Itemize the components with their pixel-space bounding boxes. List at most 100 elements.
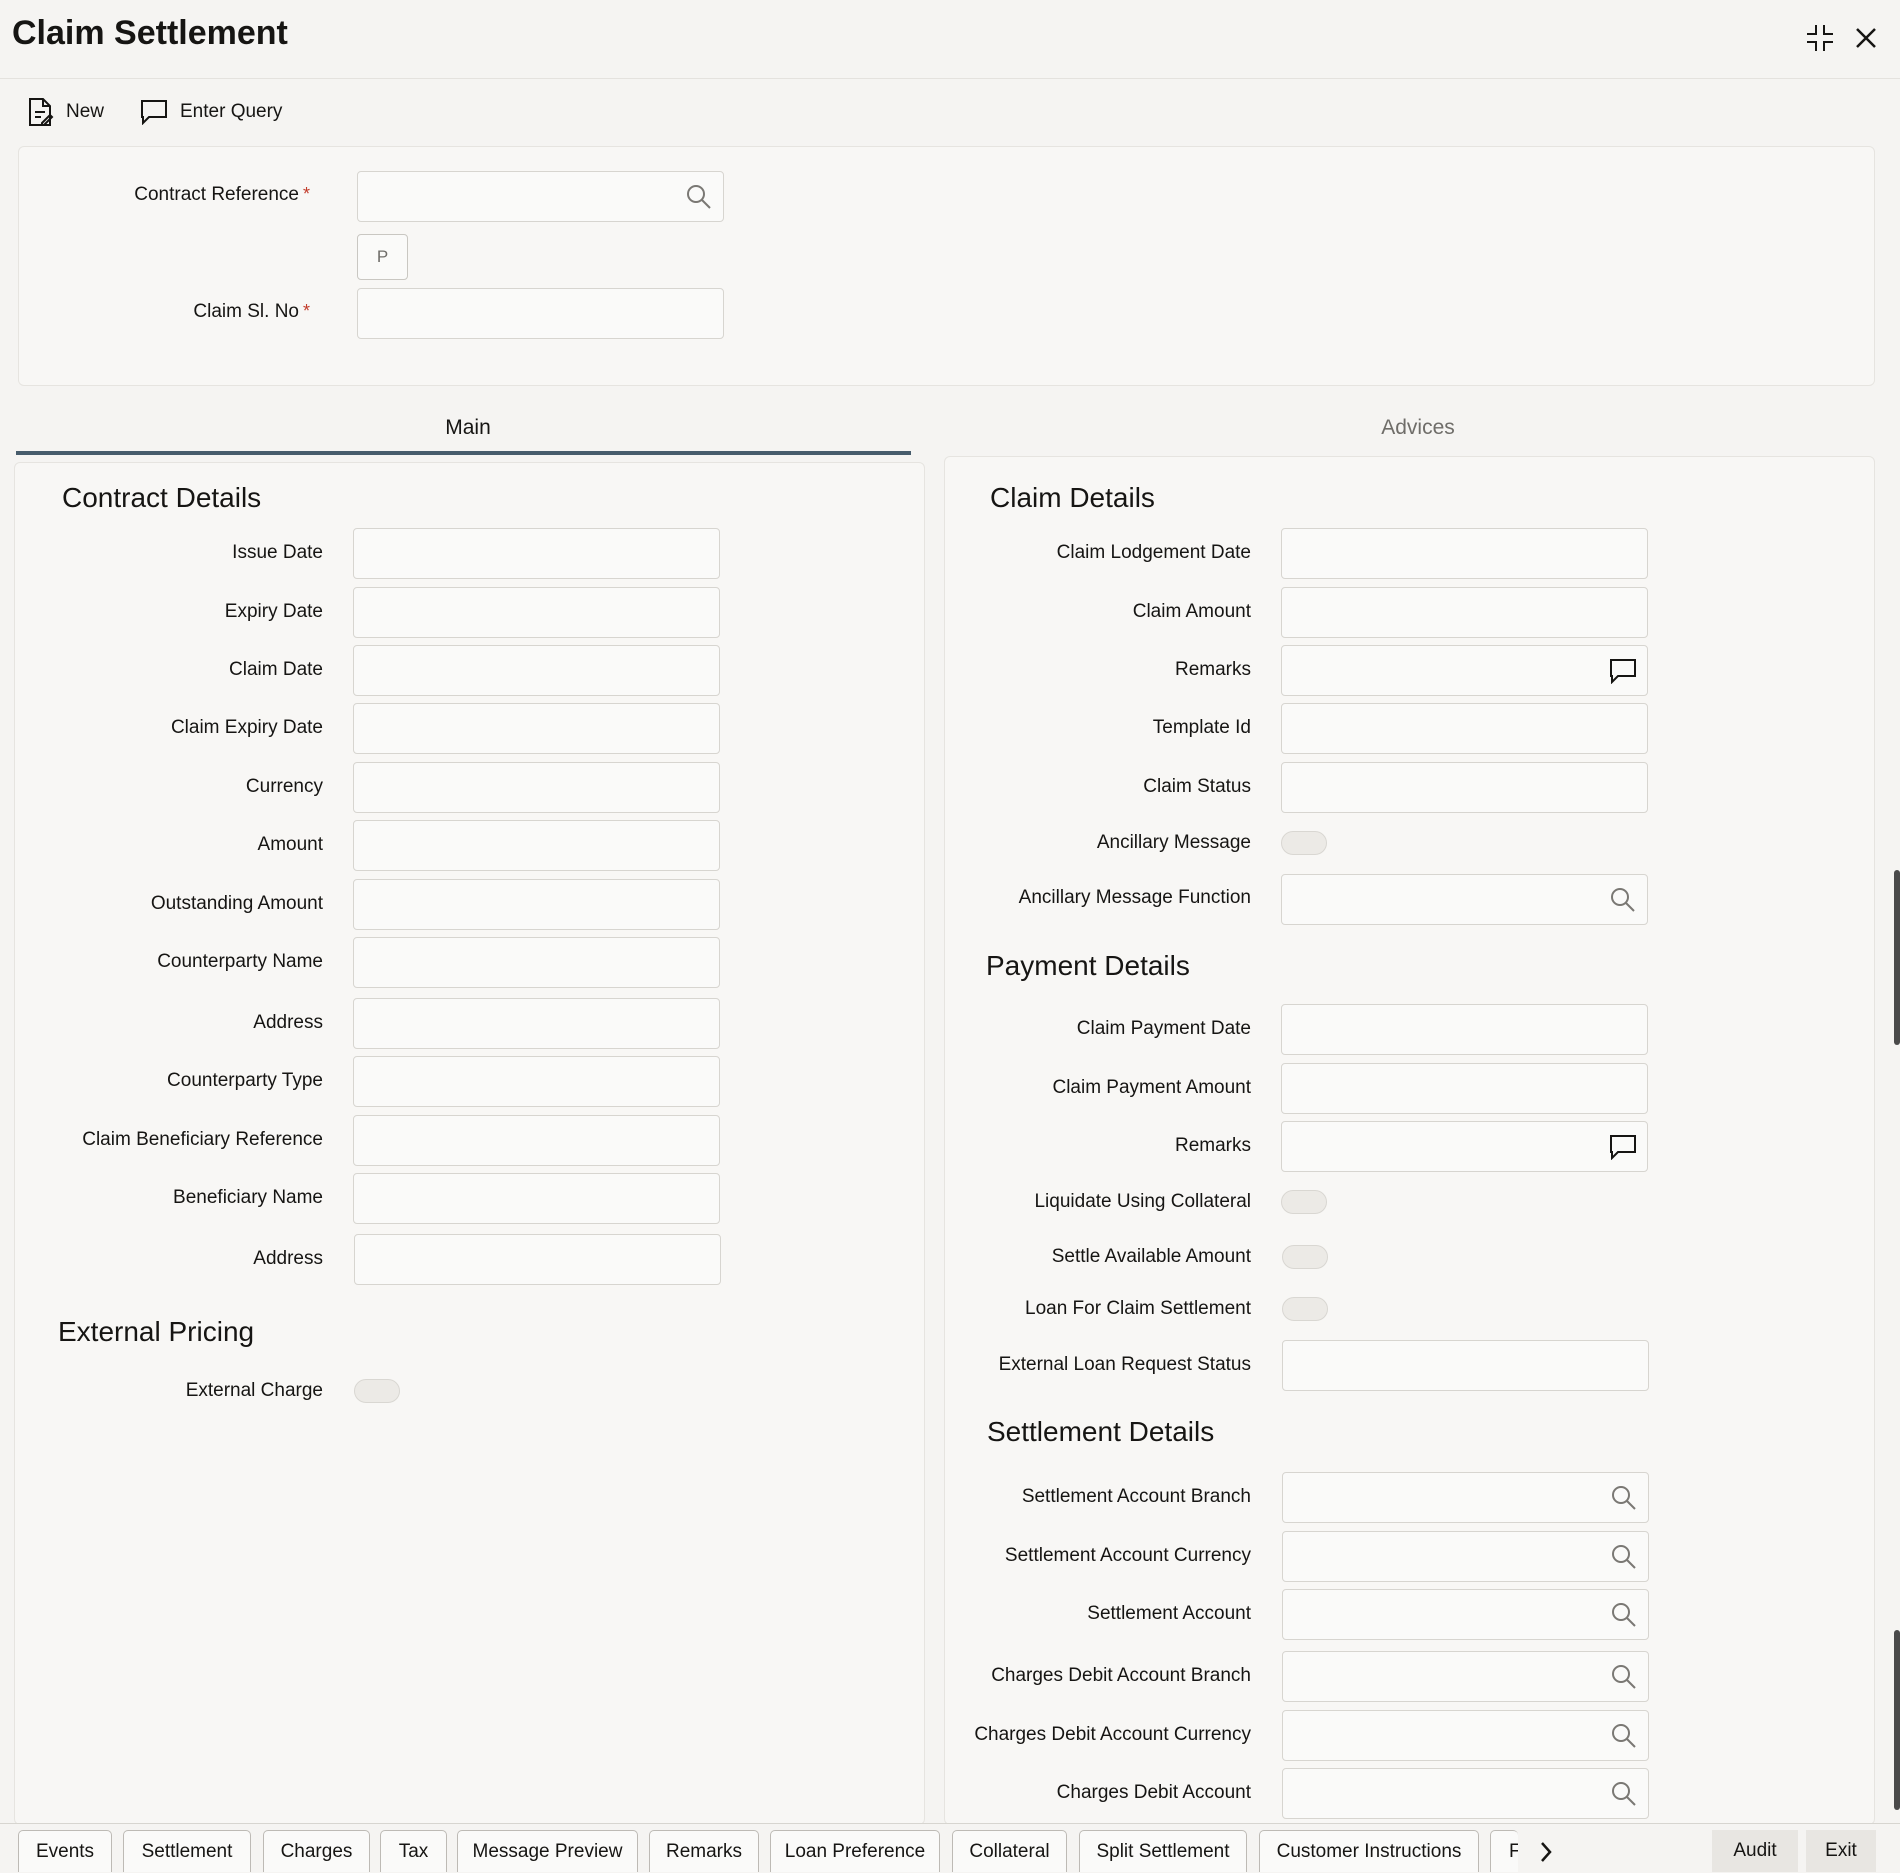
settlement-account-currency-input[interactable] [1282,1531,1649,1582]
active-tab-indicator [16,451,911,455]
bottom-tab-settlement[interactable]: Settlement [123,1830,251,1872]
payment-remarks-input[interactable] [1281,1121,1648,1172]
claim-remarks-input[interactable] [1281,645,1648,696]
search-icon[interactable] [1610,1484,1638,1512]
claim-status-label: Claim Status [1143,776,1251,797]
claim-payment-date-label: Claim Payment Date [1076,1018,1251,1039]
close-icon[interactable] [1846,18,1886,58]
beneficiary-address-label: Address [253,1248,323,1269]
beneficiary-address-input[interactable] [354,1234,721,1285]
search-icon[interactable] [685,183,713,211]
settlement-account-input[interactable] [1282,1589,1649,1640]
charges-debit-account-currency-input[interactable] [1282,1710,1649,1761]
new-button-label: New [66,101,105,122]
scrollbar-thumb[interactable] [1894,1630,1900,1810]
claim-payment-amount-input[interactable] [1281,1063,1648,1114]
beneficiary-name-label: Beneficiary Name [173,1187,323,1208]
claim-date-label: Claim Date [229,659,323,680]
charges-debit-account-branch-label: Charges Debit Account Branch [991,1665,1251,1686]
exit-button[interactable]: Exit [1806,1830,1876,1872]
bottom-tab-customer-instructions[interactable]: Customer Instructions [1259,1830,1479,1872]
query-panel [18,146,1875,386]
template-id-label: Template Id [1152,717,1251,738]
loan-for-claim-settlement-toggle[interactable] [1282,1297,1328,1321]
claim-beneficiary-reference-input[interactable] [353,1115,720,1166]
claim-sl-no-input[interactable] [357,288,724,339]
contract-reference-label: Contract Reference * [134,184,310,205]
bottom-tab-split-settlement[interactable]: Split Settlement [1079,1830,1247,1872]
search-icon[interactable] [1610,1663,1638,1691]
claim-sl-no-label: Claim Sl. No * [193,301,310,322]
claim-payment-date-input[interactable] [1281,1004,1648,1055]
new-button[interactable]: New [26,94,104,130]
ancillary-message-function-input[interactable] [1281,874,1648,925]
window-title: Claim Settlement [12,14,288,52]
search-icon[interactable] [1609,886,1637,914]
issue-date-label: Issue Date [232,542,323,563]
contract-reference-input[interactable] [357,171,724,222]
bottom-tab-events[interactable]: Events [18,1830,112,1872]
claim-lodgement-date-input[interactable] [1281,528,1648,579]
beneficiary-name-input[interactable] [353,1173,720,1224]
claim-amount-input[interactable] [1281,587,1648,638]
external-charge-toggle[interactable] [354,1379,400,1403]
bottom-tab-overflow[interactable]: F [1490,1830,1518,1872]
ancillary-message-label: Ancillary Message [1096,832,1251,853]
claim-details-title: Claim Details [990,482,1155,513]
settle-available-amount-label: Settle Available Amount [1051,1246,1251,1267]
claim-status-input[interactable] [1281,762,1648,813]
counterparty-type-input[interactable] [353,1056,720,1107]
outstanding-amount-label: Outstanding Amount [150,893,323,914]
bottom-tab-charges[interactable]: Charges [263,1830,370,1872]
currency-input[interactable] [353,762,720,813]
bottom-tab-tax[interactable]: Tax [380,1830,447,1872]
claim-beneficiary-reference-label: Claim Beneficiary Reference [82,1129,323,1150]
charges-debit-account-currency-label: Charges Debit Account Currency [974,1724,1251,1745]
counterparty-name-input[interactable] [353,937,720,988]
claim-expiry-date-input[interactable] [353,703,720,754]
audit-button[interactable]: Audit [1712,1830,1798,1872]
address-input[interactable] [353,998,720,1049]
template-id-input[interactable] [1281,703,1648,754]
settle-available-amount-toggle[interactable] [1282,1245,1328,1269]
claim-date-input[interactable] [353,645,720,696]
contract-details-title: Contract Details [62,482,262,513]
settlement-account-branch-input[interactable] [1282,1472,1649,1523]
tab-advices[interactable]: Advices [1318,416,1518,440]
charges-debit-account-branch-input[interactable] [1282,1651,1649,1702]
chevron-right-icon[interactable] [1530,1836,1562,1868]
bottom-tab-loan-preference[interactable]: Loan Preference [770,1830,940,1872]
payment-remarks-label: Remarks [1174,1135,1251,1156]
required-asterisk: * [302,301,310,321]
remarks-comment-icon[interactable] [1609,658,1637,684]
search-icon[interactable] [1610,1722,1638,1750]
search-icon[interactable] [1610,1780,1638,1808]
enter-query-button[interactable]: Enter Query [140,94,282,130]
new-document-icon [26,97,54,127]
remarks-comment-icon[interactable] [1609,1134,1637,1160]
search-icon[interactable] [1610,1601,1638,1629]
external-loan-request-status-input[interactable] [1282,1340,1649,1391]
bottom-tab-message-preview[interactable]: Message Preview [457,1830,638,1872]
bottom-tab-collateral[interactable]: Collateral [952,1830,1067,1872]
charges-debit-account-input[interactable] [1282,1768,1649,1819]
expiry-date-input[interactable] [353,587,720,638]
claim-lodgement-date-label: Claim Lodgement Date [1056,542,1251,563]
p-button[interactable]: P [357,234,408,280]
address-label: Address [253,1012,323,1033]
minimize-icon[interactable] [1800,18,1840,58]
bottom-tab-remarks[interactable]: Remarks [649,1830,759,1872]
settlement-account-currency-label: Settlement Account Currency [1004,1545,1251,1566]
claim-amount-label: Claim Amount [1132,601,1251,622]
issue-date-input[interactable] [353,528,720,579]
outstanding-amount-input[interactable] [353,879,720,930]
settlement-account-branch-label: Settlement Account Branch [1021,1486,1251,1507]
ancillary-message-toggle[interactable] [1281,831,1327,855]
tab-main[interactable]: Main [368,416,568,440]
external-pricing-title: External Pricing [58,1316,255,1347]
liquidate-using-collateral-toggle[interactable] [1281,1190,1327,1214]
amount-input[interactable] [353,820,720,871]
search-icon[interactable] [1610,1543,1638,1571]
counterparty-type-label: Counterparty Type [167,1070,323,1091]
scrollbar-thumb[interactable] [1894,870,1900,1045]
